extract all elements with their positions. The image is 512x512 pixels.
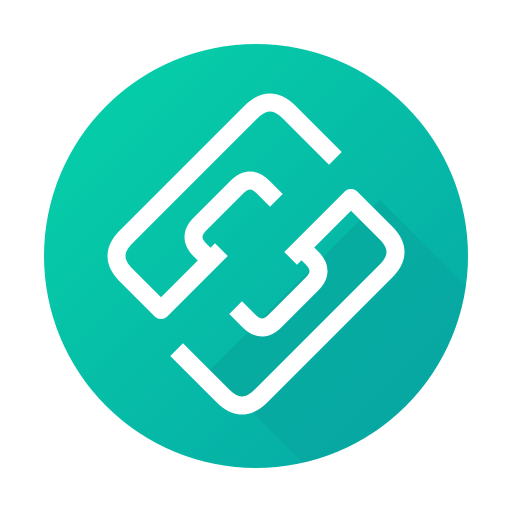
chain-link-icon [44,44,468,468]
app-icon [0,0,512,512]
